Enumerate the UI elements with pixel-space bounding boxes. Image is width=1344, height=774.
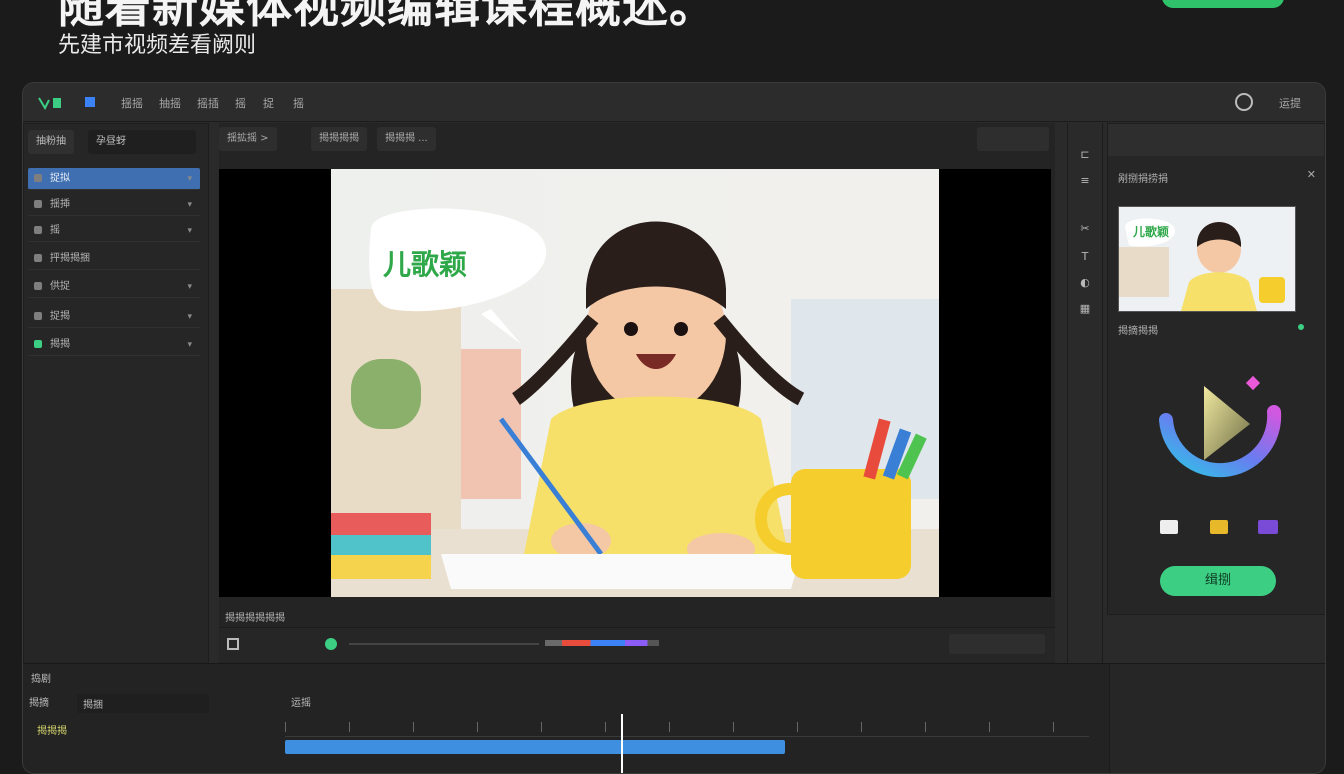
- ruler-tick: [413, 722, 414, 732]
- timeline-layer-label: 揭揭揭: [37, 726, 67, 737]
- adjust-icon[interactable]: ◐: [1075, 273, 1095, 293]
- menu-item[interactable]: 抽摇: [159, 95, 181, 111]
- right-tabs: [1108, 124, 1324, 156]
- chevron-down-icon: ▾: [187, 174, 192, 184]
- speech-bubble-text: 儿歌颖: [383, 243, 467, 283]
- ruler-tick: [477, 722, 478, 732]
- playhead[interactable]: [621, 714, 623, 773]
- tab-library[interactable]: 孕昼蚜: [88, 130, 196, 154]
- tree-item[interactable]: 抨揭揭捆: [28, 248, 200, 270]
- time-ruler[interactable]: [285, 718, 1089, 737]
- tree-item[interactable]: 捉揭 ▾: [28, 306, 200, 328]
- viewer-status: 揭揭揭揭揭揭: [225, 613, 285, 624]
- folder-icon: [34, 200, 42, 208]
- media-browser-panel: 抽粉抽 孕昼蚜 捉拟 ▾ 揺揷 ▾ 摇 ▾ 抨揭揭捆 供捉 ▾ 捉揭 ▾ 揭揭 ▾: [23, 123, 209, 665]
- audio-meter: [545, 640, 659, 646]
- tree-item[interactable]: 摇 ▾: [28, 220, 200, 242]
- effects-panel: 剐捌捐捞捐 ✕ 儿歌颖 揭摘揭揭 缉捌: [1107, 123, 1325, 615]
- inspector-panel: [1109, 664, 1325, 773]
- ruler-tick: [1053, 722, 1054, 732]
- folder-icon: [34, 312, 42, 320]
- settings-icon[interactable]: ✕: [1307, 168, 1316, 181]
- folder-icon: [34, 174, 42, 182]
- play-icon[interactable]: [325, 638, 337, 650]
- ruler-tick: [797, 722, 798, 732]
- tree-item[interactable]: 供捉 ▾: [28, 276, 200, 298]
- menu-item[interactable]: 摇: [293, 95, 304, 111]
- app-logo-icon: [37, 95, 63, 111]
- video-clip-track[interactable]: [285, 740, 785, 754]
- tree-item[interactable]: 捉拟 ▾: [28, 168, 200, 190]
- menu-item[interactable]: 捉: [263, 95, 274, 111]
- timeline-row-value[interactable]: 揭捆: [77, 694, 209, 713]
- tools-column: ⊏ ≡ ✂ T ◐ ▦: [1067, 123, 1103, 663]
- viewer-toolbar-mid[interactable]: 揭揭揭揭: [311, 127, 367, 151]
- layers-icon[interactable]: ≡: [1075, 171, 1095, 191]
- ruler-tick: [669, 722, 670, 732]
- menu-item[interactable]: 摇: [235, 95, 246, 111]
- chevron-down-icon: ▾: [187, 340, 192, 350]
- chevron-down-icon: ▾: [187, 226, 192, 236]
- bubble-icon[interactable]: [1160, 520, 1178, 534]
- ruler-tick: [541, 722, 542, 732]
- snapshot-icon[interactable]: [227, 638, 239, 650]
- thumb-row-label: 揭摘揭揭: [1118, 326, 1158, 337]
- ruler-tick: [605, 722, 606, 732]
- preview-viewer: 揺拡摇 > 揭揭揭揭 揭揭揭 ... 儿歌颖 揭揭揭揭揭揭: [219, 123, 1055, 663]
- folder-icon: [34, 340, 42, 348]
- menu-item-right[interactable]: 运提: [1279, 95, 1301, 111]
- ruler-tick: [349, 722, 350, 732]
- timeline-tab[interactable]: 运摇: [291, 694, 311, 709]
- text-icon[interactable]: T: [1075, 247, 1095, 267]
- ruler-tick: [925, 722, 926, 732]
- chevron-down-icon: ▾: [187, 282, 192, 292]
- viewer-toolbar-left[interactable]: 揺拡摇 >: [219, 127, 277, 151]
- video-canvas[interactable]: 儿歌颖: [219, 169, 1051, 597]
- speech-text: 儿歌颖: [383, 248, 468, 281]
- tree-item[interactable]: 揭揭 ▾: [28, 334, 200, 356]
- tree-item[interactable]: 揺揷 ▾: [28, 194, 200, 216]
- folder-icon: [34, 282, 42, 290]
- ruler-tick: [285, 722, 286, 732]
- hero-subtitle: 先建市视频差看阙则: [58, 33, 257, 58]
- viewer-view-controls[interactable]: [977, 127, 1049, 151]
- folder-icon[interactable]: [1210, 520, 1228, 534]
- transport-bar: [219, 627, 1055, 662]
- clip-thumbnail[interactable]: 儿歌颖: [1118, 206, 1296, 312]
- crop-icon[interactable]: ⊏: [1075, 145, 1095, 165]
- export-button[interactable]: 缉捌: [1160, 566, 1276, 596]
- timeline-title: 捣剧: [31, 674, 51, 685]
- hero-cta-button[interactable]: [1162, 0, 1284, 8]
- view-buttons[interactable]: [949, 634, 1045, 654]
- app-brand-logo: [1152, 358, 1284, 490]
- timeline-row-label: 揭摘: [29, 698, 49, 709]
- editor-window: 揺摇 抽摇 摇插 摇 捉 摇 运提 抽粉抽 孕昼蚜 捉拟 ▾ 揺揷 ▾ 摇 ▾ 抨揭揭…: [22, 82, 1326, 774]
- timeline-panel: 捣剧 揭摘 揭捆 运摇 揭揭揭: [23, 663, 1325, 773]
- folder-icon: [34, 226, 42, 234]
- panel-header: 剐捌捐捞捐: [1118, 174, 1168, 185]
- scrub-bar[interactable]: [349, 643, 539, 645]
- thumb-caption: 儿歌颖: [1133, 225, 1170, 239]
- status-dot: [1298, 324, 1304, 330]
- blue-square-icon[interactable]: [85, 97, 95, 107]
- viewer-toolbar-mid2[interactable]: 揭揭揭 ...: [377, 127, 436, 151]
- menu-bar: 揺摇 抽摇 摇插 摇 捉 摇 运提: [23, 83, 1325, 122]
- chevron-down-icon: ▾: [187, 200, 192, 210]
- filmstrip-icon[interactable]: [1258, 520, 1278, 534]
- video-frame: 儿歌颖: [331, 169, 939, 597]
- grid-icon[interactable]: ▦: [1075, 299, 1095, 319]
- cut-icon[interactable]: ✂: [1075, 219, 1095, 239]
- ruler-tick: [733, 722, 734, 732]
- folder-icon: [34, 254, 42, 262]
- chevron-down-icon: ▾: [187, 312, 192, 322]
- ruler-tick: [861, 722, 862, 732]
- ruler-tick: [989, 722, 990, 732]
- tab-media[interactable]: 抽粉抽: [28, 130, 74, 154]
- menu-item[interactable]: 摇插: [197, 95, 219, 111]
- menu-item[interactable]: 揺摇: [121, 95, 143, 111]
- account-icon[interactable]: [1235, 93, 1253, 111]
